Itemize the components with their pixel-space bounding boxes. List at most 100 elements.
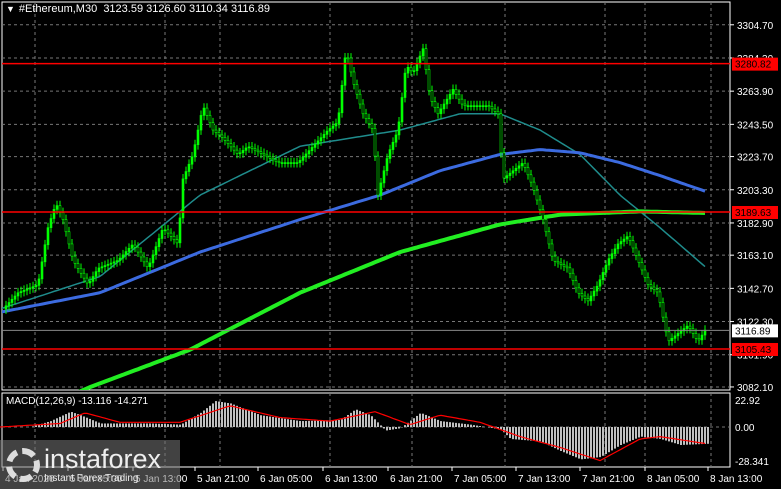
- macd-histogram-bar: [395, 427, 397, 429]
- candle-body: [487, 105, 491, 107]
- price-tick-label: 3243.50: [737, 120, 774, 131]
- candle-body: [331, 125, 335, 129]
- candle-body: [346, 57, 350, 60]
- candle-body: [232, 146, 236, 151]
- macd-histogram-bar: [323, 420, 325, 427]
- candle-body: [475, 105, 479, 107]
- candle-body: [184, 171, 188, 180]
- macd-histogram-bar: [608, 427, 610, 453]
- candle-body: [118, 257, 122, 261]
- candle-body: [148, 262, 152, 268]
- candle-body: [388, 149, 392, 159]
- candle-body: [202, 107, 206, 116]
- candle-body: [385, 158, 389, 172]
- candle-body: [298, 160, 302, 163]
- candle-body: [517, 165, 521, 169]
- macd-histogram-bar: [452, 422, 454, 427]
- candle-body: [280, 162, 284, 164]
- candle-body: [409, 66, 413, 72]
- candle-body: [547, 231, 551, 245]
- candle-body: [103, 265, 107, 268]
- candle-body: [550, 243, 554, 257]
- candle-body: [115, 260, 119, 263]
- candle-body: [313, 143, 317, 148]
- candle-body: [70, 243, 74, 257]
- dropdown-triangle-icon[interactable]: ▼: [6, 4, 15, 14]
- candle-body: [436, 107, 440, 115]
- candle-body: [4, 305, 8, 310]
- macd-histogram-bar: [134, 423, 136, 427]
- candle-body: [376, 155, 380, 196]
- candle-body: [151, 254, 155, 264]
- candle-body: [382, 170, 386, 184]
- candle-body: [463, 103, 467, 106]
- macd-histogram-bar: [383, 427, 385, 429]
- candle-body: [598, 279, 602, 287]
- candle-body: [121, 254, 125, 259]
- candle-body: [472, 105, 476, 107]
- macd-histogram-bar: [623, 427, 625, 444]
- macd-histogram-bar: [533, 427, 535, 441]
- macd-histogram-bar: [308, 420, 310, 427]
- candle-body: [646, 276, 650, 285]
- macd-histogram-bar: [551, 427, 553, 447]
- candle-body: [268, 156, 272, 159]
- macd-histogram-bar: [479, 426, 481, 427]
- gear-logo-icon: [6, 447, 40, 482]
- macd-histogram-bar: [284, 418, 286, 427]
- macd-histogram-bar: [404, 425, 406, 427]
- candle-body: [418, 55, 422, 64]
- open-value: 3123.59: [103, 3, 144, 15]
- candle-body: [556, 260, 560, 264]
- candle-body: [358, 93, 362, 105]
- macd-label: MACD(12,26,9) -13.116 -14.271: [6, 396, 149, 407]
- chart-canvas[interactable]: 3304.703284.303263.903243.503223.703203.…: [0, 0, 781, 489]
- macd-histogram-bar: [311, 420, 313, 427]
- candle-body: [175, 239, 179, 244]
- macd-histogram-bar: [689, 427, 691, 445]
- macd-histogram-bar: [428, 416, 430, 427]
- macd-histogram-bar: [95, 421, 97, 427]
- candle-body: [178, 217, 182, 244]
- candle-body: [172, 236, 176, 240]
- candle-body: [670, 338, 674, 342]
- candle-body: [106, 263, 110, 266]
- macd-histogram-bar: [389, 427, 391, 430]
- candle-body: [640, 262, 644, 271]
- candle-body: [427, 69, 431, 91]
- candle-body: [10, 298, 14, 303]
- candle-body: [430, 90, 434, 102]
- main-plot: [2, 43, 707, 390]
- candle-body: [412, 70, 416, 72]
- macd-histogram-bar: [80, 415, 82, 427]
- candle-body: [415, 63, 419, 71]
- candle-body: [592, 290, 596, 297]
- candle-body: [520, 163, 524, 167]
- current-price-label: 3116.89: [735, 326, 771, 337]
- macd-histogram-bar: [110, 423, 112, 427]
- macd-histogram-bar: [335, 420, 337, 427]
- candle-body: [526, 167, 530, 176]
- candle-body: [400, 97, 404, 123]
- candle-body: [595, 285, 599, 292]
- macd-histogram-bar: [266, 416, 268, 427]
- macd-histogram-bar: [83, 416, 85, 427]
- candle-body: [553, 255, 557, 262]
- candle-body: [634, 247, 638, 256]
- candle-body: [625, 236, 629, 240]
- candle-body: [205, 107, 209, 116]
- macd-histogram-bar: [668, 427, 670, 442]
- candle-body: [676, 333, 680, 337]
- candle-body: [679, 330, 683, 334]
- macd-histogram-bar: [251, 411, 253, 427]
- candle-body: [112, 261, 116, 264]
- candle-body: [46, 227, 50, 246]
- candle-body: [34, 285, 38, 287]
- macd-histogram-bar: [341, 419, 343, 427]
- candle-body: [655, 289, 659, 293]
- candle-body: [469, 105, 473, 107]
- candle-body: [508, 172, 512, 176]
- candle-body: [340, 85, 344, 114]
- candle-body: [43, 244, 47, 263]
- candle-body: [124, 251, 128, 256]
